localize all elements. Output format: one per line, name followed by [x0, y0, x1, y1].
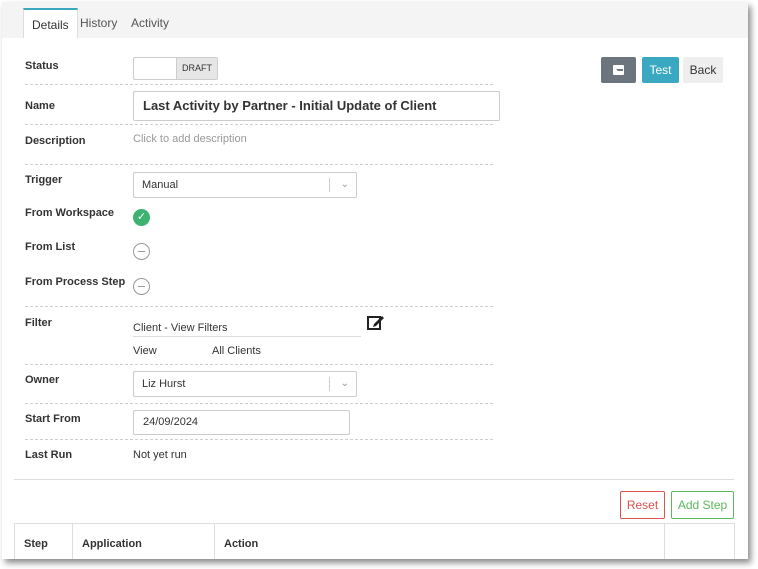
filter-underline [133, 336, 361, 337]
name-label: Name [25, 100, 55, 112]
column-header-action: Action [215, 524, 665, 559]
last-run-label: Last Run [25, 449, 73, 461]
section-divider [14, 479, 734, 480]
trigger-select[interactable]: Manual ⌄ [133, 172, 357, 198]
tab-bar: Details History Activity [2, 2, 748, 38]
trigger-value: Manual [142, 179, 179, 191]
start-from-label: Start From [25, 413, 81, 425]
divider [25, 84, 493, 85]
minus-circle-icon[interactable] [133, 243, 150, 260]
filter-view-value: All Clients [212, 345, 261, 357]
last-run-value: Not yet run [133, 449, 187, 461]
reset-button[interactable]: Reset [620, 491, 665, 519]
check-circle-icon[interactable]: ✓ [133, 209, 150, 226]
from-list-label: From List [25, 241, 76, 253]
filter-label: Filter [25, 317, 52, 329]
tab-history[interactable]: History [72, 8, 125, 38]
from-workspace-label: From Workspace [25, 207, 115, 219]
column-header-application: Application [73, 524, 215, 559]
minus-circle-icon[interactable] [133, 278, 150, 295]
owner-value: Liz Hurst [142, 378, 186, 390]
filter-view-label: View [133, 345, 157, 357]
tab-details[interactable]: Details [23, 8, 78, 38]
select-separator [329, 178, 330, 192]
back-button[interactable]: Back [683, 57, 723, 83]
add-step-button[interactable]: Add Step [671, 491, 734, 519]
status-toggle-value: DRAFT [176, 58, 217, 79]
divider [25, 306, 493, 307]
trigger-label: Trigger [25, 174, 63, 186]
edit-icon[interactable] [367, 314, 385, 330]
from-process-step-label: From Process Step [25, 276, 126, 288]
status-label: Status [25, 60, 59, 72]
divider [25, 124, 493, 125]
divider [25, 439, 493, 440]
start-from-input[interactable]: 24/09/2024 [133, 410, 350, 435]
archive-icon [613, 65, 624, 75]
name-input[interactable]: Last Activity by Partner - Initial Updat… [133, 91, 500, 121]
select-separator [329, 377, 330, 391]
status-toggle[interactable]: DRAFT [133, 57, 218, 80]
owner-select[interactable]: Liz Hurst ⌄ [133, 371, 357, 397]
divider [25, 403, 493, 404]
divider [25, 164, 493, 165]
column-header-empty [665, 524, 735, 559]
owner-label: Owner [25, 374, 60, 386]
steps-table: Step Application Action [14, 523, 735, 559]
archive-button[interactable] [601, 57, 636, 83]
window: Details History Activity Status DRAFT Na… [2, 2, 748, 559]
description-placeholder[interactable]: Click to add description [133, 133, 247, 145]
chevron-down-icon: ⌄ [340, 179, 349, 190]
divider [25, 364, 493, 365]
column-header-step: Step [15, 524, 73, 559]
description-label: Description [25, 135, 86, 147]
chevron-down-icon: ⌄ [340, 378, 349, 389]
filter-name: Client - View Filters [133, 322, 228, 334]
test-button[interactable]: Test [642, 57, 679, 83]
tab-activity[interactable]: Activity [123, 8, 177, 38]
